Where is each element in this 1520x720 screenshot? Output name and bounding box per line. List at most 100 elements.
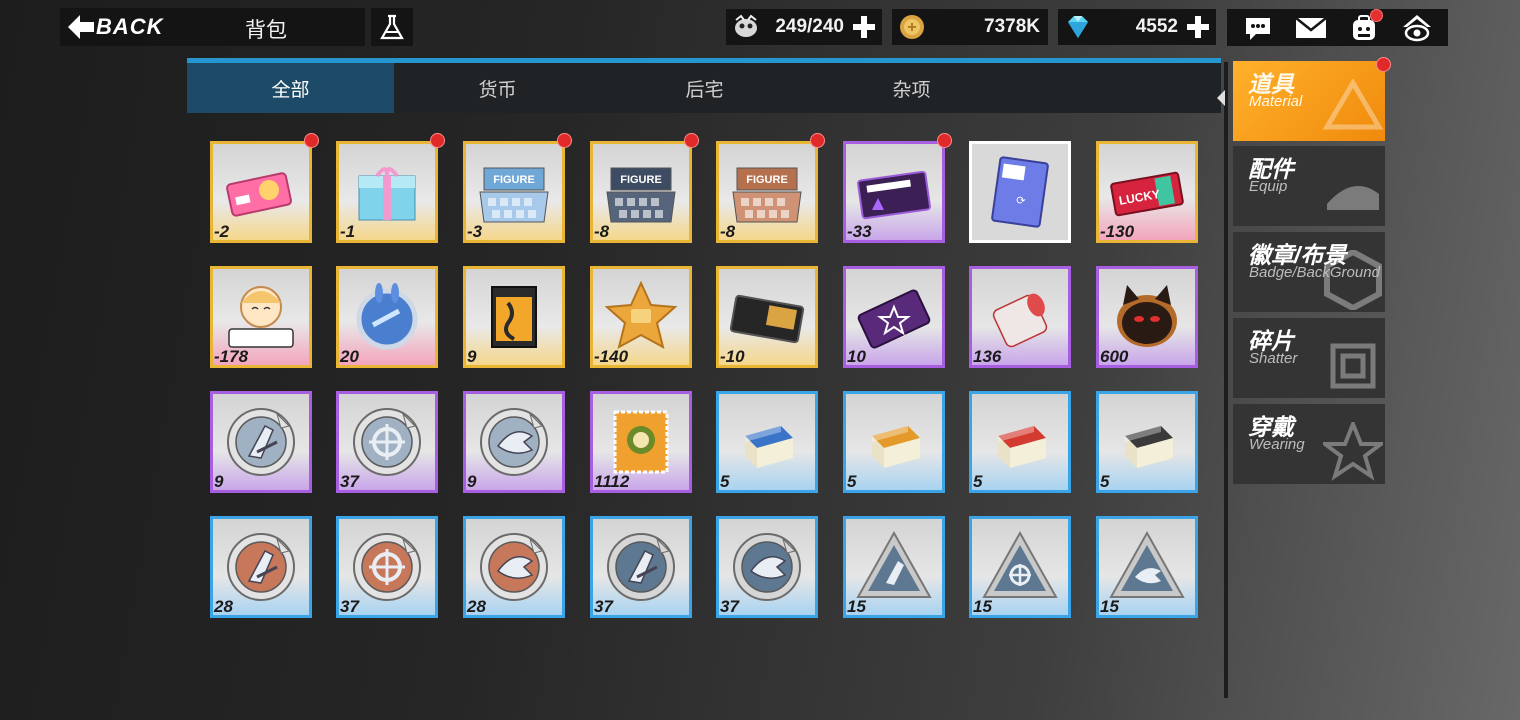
svg-text:FIGURE: FIGURE: [746, 174, 788, 186]
inventory-notification-dot: [1370, 8, 1384, 22]
item-count: 10: [847, 347, 866, 366]
tab-misc[interactable]: 杂项: [808, 63, 1015, 113]
category-new-dot: [1376, 57, 1391, 72]
gold-value: 7378K: [984, 16, 1040, 37]
item-slot[interactable]: 15: [969, 516, 1071, 618]
chat-icon: [1245, 17, 1270, 40]
category-deco-icon: [1327, 186, 1379, 210]
item-slot[interactable]: 28: [210, 516, 312, 618]
item-count: 5: [720, 472, 730, 491]
item-slot[interactable]: 10: [843, 266, 945, 368]
item-slot[interactable]: 5: [969, 391, 1071, 493]
tab-currency[interactable]: 货币: [394, 63, 601, 113]
item-slot[interactable]: 9: [210, 391, 312, 493]
item-slot[interactable]: 37: [336, 391, 438, 493]
diamond-value: 4552: [1135, 16, 1178, 37]
tab-dorm[interactable]: 后宅: [601, 63, 808, 113]
item-count: 1112: [594, 472, 630, 491]
category-sublabel: Wearing: [1249, 436, 1305, 453]
item-slot[interactable]: -140: [590, 266, 692, 368]
item-slot[interactable]: 20: [336, 266, 438, 368]
diamond-counter: 4552: [1058, 9, 1216, 45]
add-stamina-button[interactable]: [852, 15, 876, 39]
rabbit-orb-icon: [356, 283, 418, 350]
bronze-medal-fish-icon: [480, 533, 548, 601]
item-slot[interactable]: -33: [843, 141, 945, 243]
item-slot[interactable]: -1: [336, 141, 438, 243]
item-slot[interactable]: 136: [969, 266, 1071, 368]
add-diamond-button[interactable]: [1186, 15, 1210, 39]
filter-button[interactable]: [371, 8, 413, 46]
item-count: -10: [720, 347, 745, 366]
silver-medal-target-icon: [353, 408, 421, 476]
category-sublabel: Shatter: [1249, 350, 1298, 367]
item-slot[interactable]: FIGURE -8: [590, 141, 692, 243]
black-ticket-icon: [729, 294, 805, 344]
item-slot[interactable]: 9: [463, 266, 565, 368]
item-slot[interactable]: 5: [1096, 391, 1198, 493]
item-slot[interactable]: 37: [716, 516, 818, 618]
item-slot[interactable]: 5: [843, 391, 945, 493]
item-count: 600: [1100, 347, 1129, 366]
silver-medal-fish-icon: [480, 408, 548, 476]
home-eye-icon: [1403, 14, 1432, 41]
back-label: BACK: [96, 14, 164, 39]
category-equip[interactable]: 配件 Equip: [1233, 146, 1385, 226]
category-shatter[interactable]: 碎片 Shatter: [1233, 318, 1385, 398]
item-slot[interactable]: ⟳: [969, 141, 1071, 243]
eraser-blue-icon: [745, 426, 793, 468]
item-count: 5: [1100, 472, 1110, 491]
item-slot[interactable]: 600: [1096, 266, 1198, 368]
category-badge-background[interactable]: 徽章/布景 Badge/BackGround: [1233, 232, 1385, 312]
system-menu-bar: [1227, 8, 1448, 46]
figure-box-dark-icon: FIGURE: [606, 167, 676, 223]
item-count: 28: [467, 597, 486, 616]
back-button[interactable]: BACK 背包: [60, 8, 365, 46]
category-deco-icon: [1323, 422, 1383, 481]
category-sublabel: Material: [1249, 93, 1303, 110]
eraser-dark-icon: [1125, 426, 1173, 468]
item-slot[interactable]: 28: [463, 516, 565, 618]
item-slot[interactable]: -10: [716, 266, 818, 368]
item-slot[interactable]: 37: [336, 516, 438, 618]
item-count: 9: [467, 347, 477, 366]
purple-card-icon: [857, 170, 931, 220]
item-slot[interactable]: 15: [1096, 516, 1198, 618]
gold-counter: 7378K: [892, 9, 1048, 45]
item-slot[interactable]: 5: [716, 391, 818, 493]
item-count: -130: [1100, 222, 1135, 241]
bronze-medal-blade-icon: [227, 533, 295, 601]
home-button[interactable]: [1400, 13, 1434, 43]
category-material[interactable]: 道具 Material: [1233, 61, 1385, 141]
tab-all[interactable]: 全部: [187, 63, 394, 113]
gold-star-icon: [604, 280, 678, 349]
mail-button[interactable]: [1294, 13, 1328, 43]
item-count: -8: [720, 222, 736, 241]
item-slot[interactable]: LUCKY -130: [1096, 141, 1198, 243]
steel-medal-fish-icon: [733, 533, 801, 601]
silver-medal-blade-icon: [227, 408, 295, 476]
chat-button[interactable]: [1241, 13, 1275, 43]
item-slot[interactable]: -178: [210, 266, 312, 368]
item-slot[interactable]: -2: [210, 141, 312, 243]
stamina-value: 249/240: [775, 16, 844, 37]
pink-ticket-icon: [226, 172, 292, 217]
cat-cookie-icon: [1117, 285, 1177, 347]
item-slot[interactable]: 9: [463, 391, 565, 493]
gift-box-icon: [358, 167, 416, 221]
item-slot[interactable]: FIGURE -3: [463, 141, 565, 243]
item-count: -140: [594, 347, 629, 366]
item-slot[interactable]: FIGURE -8: [716, 141, 818, 243]
category-wearing[interactable]: 穿戴 Wearing: [1233, 404, 1385, 484]
item-count: 37: [340, 597, 359, 616]
inventory-button[interactable]: [1347, 8, 1384, 43]
item-count: 9: [467, 472, 477, 491]
item-slot[interactable]: 15: [843, 516, 945, 618]
item-new-dot: [557, 133, 572, 148]
category-deco-icon: [1323, 79, 1383, 130]
panel-divider-notch: [1217, 90, 1225, 106]
item-slot[interactable]: 37: [590, 516, 692, 618]
panel-divider: [1224, 62, 1228, 698]
item-slot[interactable]: 1112: [590, 391, 692, 493]
item-count: 37: [594, 597, 613, 616]
